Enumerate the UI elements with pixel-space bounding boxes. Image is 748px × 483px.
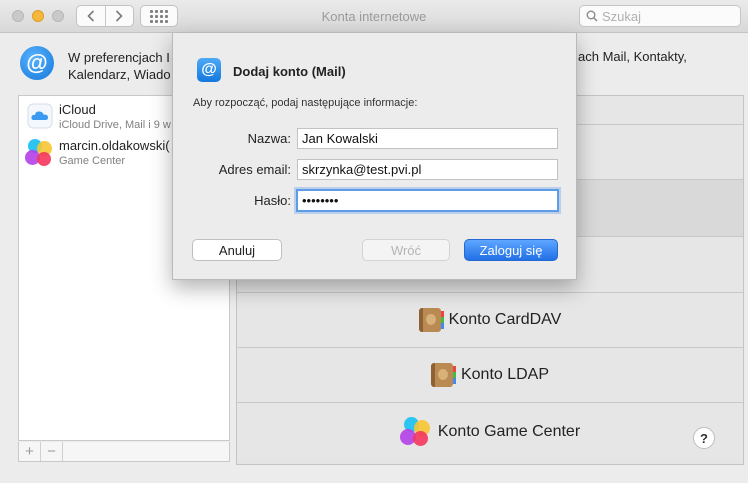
provider-game-center[interactable]: Konto Game Center: [237, 402, 743, 460]
contacts-book-icon: [430, 363, 456, 387]
search-field[interactable]: [579, 5, 741, 27]
mail-at-icon: @: [197, 58, 221, 82]
search-input[interactable]: [602, 8, 732, 24]
internet-accounts-at-icon: @: [20, 46, 54, 80]
back-button[interactable]: Wróć: [362, 239, 450, 261]
provider-label: Konto Game Center: [437, 422, 581, 440]
list-controls: + −: [18, 442, 230, 462]
account-subtitle: Game Center: [59, 155, 126, 167]
password-label: Hasło:: [254, 193, 291, 208]
cancel-button[interactable]: Anuluj: [192, 239, 282, 261]
name-field[interactable]: [297, 128, 558, 149]
account-title: iCloud: [59, 102, 96, 117]
pane-description: W preferencjach I Kalendarz, Wiado: [68, 49, 171, 83]
game-center-icon: [399, 416, 430, 447]
pane-description-line2: Kalendarz, Wiado: [68, 67, 171, 82]
email-label: Adres email:: [218, 162, 291, 177]
provider-label: Konto LDAP: [460, 366, 550, 383]
pane-description-tail: ach Mail, Kontakty,: [578, 49, 687, 64]
dialog-info: Aby rozpocząć, podaj następujące informa…: [193, 97, 418, 109]
account-subtitle: iCloud Drive, Mail i 9 w: [59, 119, 171, 131]
provider-ldap[interactable]: Konto LDAP: [237, 347, 743, 402]
provider-label: Konto CardDAV: [448, 311, 562, 328]
help-button[interactable]: ?: [693, 427, 715, 449]
provider-carddav[interactable]: Konto CardDAV: [237, 292, 743, 347]
account-title: marcin.oldakowski(: [59, 138, 170, 153]
password-field[interactable]: [296, 189, 559, 212]
pane-description-line1: W preferencjach I: [68, 50, 170, 65]
game-center-icon: [25, 139, 53, 167]
icloud-icon: [27, 103, 53, 129]
search-icon: [586, 10, 598, 22]
name-label: Nazwa:: [247, 131, 291, 146]
login-button[interactable]: Zaloguj się: [464, 239, 558, 261]
add-account-dialog: @ Dodaj konto (Mail) Aby rozpocząć, poda…: [172, 33, 577, 280]
title-bar: Konta internetowe: [0, 0, 748, 33]
dialog-title: Dodaj konto (Mail): [233, 64, 346, 79]
contacts-book-icon: [418, 308, 444, 332]
add-account-button[interactable]: +: [19, 442, 41, 461]
email-field[interactable]: [297, 159, 558, 180]
remove-account-button[interactable]: −: [41, 442, 63, 461]
